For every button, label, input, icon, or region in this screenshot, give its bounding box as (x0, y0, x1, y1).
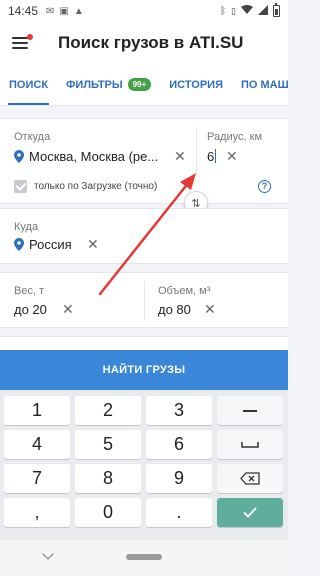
key-4[interactable]: 4 (4, 430, 70, 459)
weight-clear-icon[interactable]: ✕ (62, 302, 74, 316)
notification-icons: ✉ ▣ ▲ (46, 6, 84, 17)
location-pin-icon (14, 150, 24, 163)
key-9[interactable]: 9 (146, 464, 212, 493)
tab-bar: ПОИСК ФИЛЬТРЫ 99+ ИСТОРИЯ ПО МАШ (0, 64, 288, 106)
volume-input[interactable]: до 80 (158, 302, 191, 317)
key-backspace[interactable] (217, 464, 283, 493)
tab-by-vehicle[interactable]: ПО МАШ (232, 64, 288, 105)
minus-icon (243, 409, 257, 412)
exact-loading-checkbox[interactable] (14, 180, 27, 193)
to-clear-icon[interactable]: ✕ (87, 237, 99, 251)
location-pin-icon (14, 238, 24, 251)
key-2[interactable]: 2 (75, 396, 141, 425)
from-label: Откуда (14, 131, 51, 143)
key-8[interactable]: 8 (75, 464, 141, 493)
tab-filters[interactable]: ФИЛЬТРЫ 99+ (57, 64, 160, 105)
battery-icon (273, 3, 280, 17)
key-3[interactable]: 3 (146, 396, 212, 425)
hamburger-menu-icon[interactable] (12, 34, 33, 50)
status-bar: 14:45 ✉ ▣ ▲ ᛒ ▯ (0, 0, 288, 22)
weight-volume-divider (144, 281, 145, 321)
system-nav-bar (0, 540, 288, 576)
to-card: Куда Россия ✕ (0, 208, 288, 264)
find-cargo-button[interactable]: НАЙТИ ГРУЗЫ (0, 350, 288, 390)
text-cursor (215, 149, 217, 163)
mail-icon: ▣ (59, 5, 69, 17)
notification-dot (27, 34, 33, 40)
from-clear-icon[interactable]: ✕ (174, 149, 186, 163)
key-space[interactable] (217, 430, 283, 459)
key-comma[interactable]: , (4, 498, 70, 527)
filters-count-badge: 99+ (127, 78, 152, 91)
to-input[interactable]: Россия (29, 237, 72, 252)
key-6[interactable]: 6 (146, 430, 212, 459)
nav-home-pill[interactable] (126, 554, 162, 560)
radius-input[interactable]: 6 (207, 149, 217, 164)
from-radius-divider (196, 127, 197, 173)
weight-volume-card: Вес, т до 20 ✕ Объем, м³ до 80 ✕ (0, 272, 288, 328)
volume-label: Объем, м³ (158, 285, 211, 297)
tab-history-label: ИСТОРИЯ (169, 78, 223, 91)
key-5[interactable]: 5 (75, 430, 141, 459)
radius-label: Радиус, км (207, 131, 263, 143)
numeric-keyboard: 1 2 3 4 5 6 7 8 9 , 0 . (0, 390, 288, 540)
bluetooth-icon: ᛒ (220, 5, 227, 17)
radius-value: 6 (207, 149, 215, 164)
key-1[interactable]: 1 (4, 396, 70, 425)
to-label: Куда (14, 221, 39, 233)
signal-icon (258, 4, 268, 18)
vibrate-icon: ▯ (231, 5, 236, 16)
key-done[interactable] (217, 498, 283, 527)
status-right-icons: ᛒ ▯ (220, 3, 280, 18)
page-title: Поиск грузов в ATI.SU (58, 33, 244, 52)
exact-loading-label: только по Загрузке (точно) (34, 181, 158, 192)
tab-search-label: ПОИСК (9, 78, 49, 91)
status-time: 14:45 (8, 4, 39, 18)
warning-icon: ▲ (73, 5, 84, 17)
app-header: Поиск грузов в ATI.SU (0, 22, 288, 64)
radius-clear-icon[interactable]: ✕ (226, 149, 238, 163)
key-0[interactable]: 0 (75, 498, 141, 527)
volume-clear-icon[interactable]: ✕ (204, 302, 216, 316)
checkmark-icon (243, 507, 257, 518)
from-input[interactable]: Москва, Москва (ре... (29, 149, 158, 164)
backspace-icon (240, 472, 260, 485)
key-7[interactable]: 7 (4, 464, 70, 493)
weight-input[interactable]: до 20 (14, 302, 47, 317)
tab-by-vehicle-label: ПО МАШ (240, 78, 288, 91)
next-card (0, 336, 288, 350)
gmail-icon: ✉ (46, 5, 55, 17)
key-minus[interactable] (217, 396, 283, 425)
tab-filters-label: ФИЛЬТРЫ (66, 78, 123, 91)
key-period[interactable]: . (146, 498, 212, 527)
help-icon[interactable]: ? (258, 180, 271, 193)
from-card: Откуда Москва, Москва (ре... ✕ Радиус, к… (0, 118, 288, 204)
wifi-icon (241, 4, 253, 18)
nav-back-chevron-icon[interactable] (42, 548, 54, 560)
tab-search[interactable]: ПОИСК (0, 64, 57, 105)
space-icon (241, 441, 259, 448)
tab-history[interactable]: ИСТОРИЯ (160, 64, 232, 105)
weight-label: Вес, т (14, 285, 45, 297)
